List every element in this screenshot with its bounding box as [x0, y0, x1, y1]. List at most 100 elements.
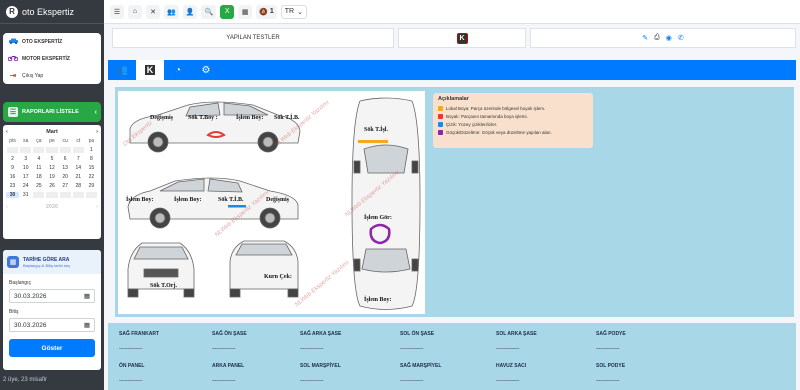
calendar-day[interactable]: 15 [85, 165, 98, 171]
calendar-day[interactable]: 23 [6, 183, 19, 189]
calendar-day[interactable]: 28 [72, 183, 85, 189]
calendar-day[interactable]: 18 [32, 174, 45, 180]
calendar-day[interactable]: 29 [85, 183, 98, 189]
calculator-icon[interactable]: ▦ [238, 4, 253, 19]
language-selector[interactable]: TR ⌄ [280, 4, 307, 19]
calendar-day[interactable]: 17 [19, 174, 32, 180]
note-label: İşlem Boy: [174, 197, 202, 203]
car-icon [8, 37, 18, 46]
table-cell: SAĞ MARŞPİYEL ----------------- [400, 355, 441, 384]
calendar-day[interactable]: 22 [85, 174, 98, 180]
tab-users[interactable]: 👥 [108, 60, 136, 80]
logout-icon: ⇥ [9, 71, 17, 80]
tools-icon[interactable]: ✕ [146, 4, 160, 19]
calendar-day[interactable]: 16 [6, 174, 19, 180]
edit-icon[interactable]: ✎ [642, 34, 648, 42]
calendar-day[interactable]: 14 [72, 165, 85, 171]
calendar-day[interactable]: 11 [32, 165, 45, 171]
sidebar: R oto Ekspertiz OTO EKSPERTİZ MOTOR EKSP… [0, 0, 104, 390]
calendar-weekday: cu [62, 138, 68, 144]
table-cell: SAĞ ARKA ŞASE ----------------- [300, 323, 341, 352]
calendar-next-month[interactable]: › [96, 129, 98, 135]
calendar-day[interactable]: 31 [19, 192, 32, 198]
calendar-day[interactable]: 2 [6, 156, 19, 162]
calendar-day[interactable]: 19 [45, 174, 58, 180]
legend-swatch [438, 106, 443, 111]
calendar-day[interactable]: 25 [32, 183, 45, 189]
excel-icon[interactable]: X [220, 4, 235, 19]
calendar-day[interactable]: 1 [85, 147, 98, 153]
calendar-picker-icon[interactable]: ▦ [84, 292, 90, 300]
sidebar-item-label: Çıkış Yap [22, 72, 44, 79]
sidebar-item-cikis-yap[interactable]: ⇥ Çıkış Yap [3, 67, 101, 84]
calendar-day[interactable]: 6 [59, 156, 72, 162]
cell-header: SAĞ FRANKART [119, 331, 159, 337]
calendar-prev-year[interactable]: ‹ [6, 204, 8, 210]
calendar-day[interactable]: 5 [45, 156, 58, 162]
table-cell: SAĞ ÖN ŞASE ----------------- [212, 323, 247, 352]
tab-settings[interactable]: ⚙ [192, 60, 220, 80]
sidebar-item-oto-ekspertiz[interactable]: OTO EKSPERTİZ [3, 33, 101, 50]
legend-text: Boyalı: Parçanın tamamında boya işlemi. [446, 114, 528, 119]
language-value: TR [284, 8, 295, 15]
calendar-day[interactable]: 26 [45, 183, 58, 189]
users-icon[interactable]: 👥 [164, 4, 179, 19]
calendar-day[interactable]: 30 [6, 192, 20, 198]
calendar: ‹ Mart › pts sa ça pe cu ct pa 1 2 3 4 5 6 7 8 9 10 11 12 1… [3, 125, 101, 239]
calendar-day[interactable]: 8 [85, 156, 98, 162]
cell-value: ----------------- [212, 346, 236, 352]
sidebar-item-motor-ekspertiz[interactable]: MOTOR EKSPERTİZ [3, 50, 101, 67]
cell-value: ----------------- [496, 346, 520, 352]
tab-k[interactable]: K [136, 60, 164, 80]
calendar-next-year[interactable]: › [96, 204, 98, 210]
calendar-day[interactable]: 7 [72, 156, 85, 162]
calendar-month: Mart [46, 128, 58, 135]
view-icon[interactable]: ◉ [666, 34, 672, 42]
brand[interactable]: R oto Ekspertiz [0, 0, 104, 24]
note-label: Değişmiş [266, 197, 289, 203]
calendar-day[interactable]: 21 [72, 174, 85, 180]
table-cell: ARKA PANEL ----------------- [212, 355, 244, 384]
search-icon[interactable]: 🔍 [201, 4, 217, 19]
cell-header: HAVUZ SACI [496, 363, 527, 369]
calendar-day[interactable]: 12 [45, 165, 58, 171]
calendar-empty-cell [72, 147, 84, 153]
cell-header: SOL ARKA ŞASE [496, 331, 537, 337]
calendar-day[interactable]: 4 [32, 156, 45, 162]
k-button-cell: K [398, 28, 526, 48]
calendar-weekday: pa [88, 138, 95, 144]
calendar-day[interactable]: 20 [59, 174, 72, 180]
table-cell: SOL MARŞPİYEL ----------------- [300, 355, 341, 384]
calendar-day[interactable]: 27 [59, 183, 72, 189]
sidebar-item-label: OTO EKSPERTİZ [22, 38, 63, 45]
reports-list-button[interactable]: ☰ RAPORLARI LİSTELE ‹ [3, 102, 101, 122]
tab-speedometer[interactable]: ◔ [164, 60, 192, 80]
menu-toggle-icon[interactable]: ☰ [110, 4, 124, 19]
calendar-day[interactable]: 3 [19, 156, 32, 162]
calendar-day[interactable]: 10 [19, 165, 32, 171]
calendar-prev-month[interactable]: ‹ [6, 129, 8, 135]
brand-logo: R [6, 5, 18, 18]
cell-value: ----------------- [300, 346, 324, 352]
user-settings-icon[interactable]: 👤 [182, 4, 198, 19]
calendar-day[interactable]: 24 [19, 183, 32, 189]
calendar-weekday: pts [9, 138, 16, 144]
note-label: Kurn Çek: [264, 274, 292, 280]
calendar-picker-icon[interactable]: ▦ [84, 321, 90, 329]
k-button[interactable]: K [456, 32, 468, 44]
speedometer-icon: ◔ [174, 64, 182, 76]
notifications-button[interactable]: 🔕 1 [256, 4, 277, 19]
show-button[interactable]: Göster [9, 339, 95, 357]
car-rear [229, 240, 299, 298]
start-date-field[interactable]: 30.03.2026 ▦ [9, 289, 95, 303]
table-row: ÖN PANEL ----------------- ARKA PANEL ----… [108, 355, 796, 387]
table-row: SAĞ FRANKART ----------------- SAĞ ÖN ŞAS… [108, 323, 796, 355]
date-search-card: ▦ TARİHE GÖRE ARA Başlangıç & Bitiş tari… [3, 250, 101, 370]
print-icon[interactable]: ⎙ [654, 34, 660, 42]
calendar-day[interactable]: 13 [59, 165, 72, 171]
cell-value: ----------------- [496, 378, 520, 384]
calendar-day[interactable]: 9 [6, 165, 19, 171]
end-date-field[interactable]: 30.03.2026 ▦ [9, 318, 95, 332]
home-icon[interactable]: ⌂ [128, 4, 142, 19]
whatsapp-icon[interactable]: ✆ [678, 34, 684, 42]
